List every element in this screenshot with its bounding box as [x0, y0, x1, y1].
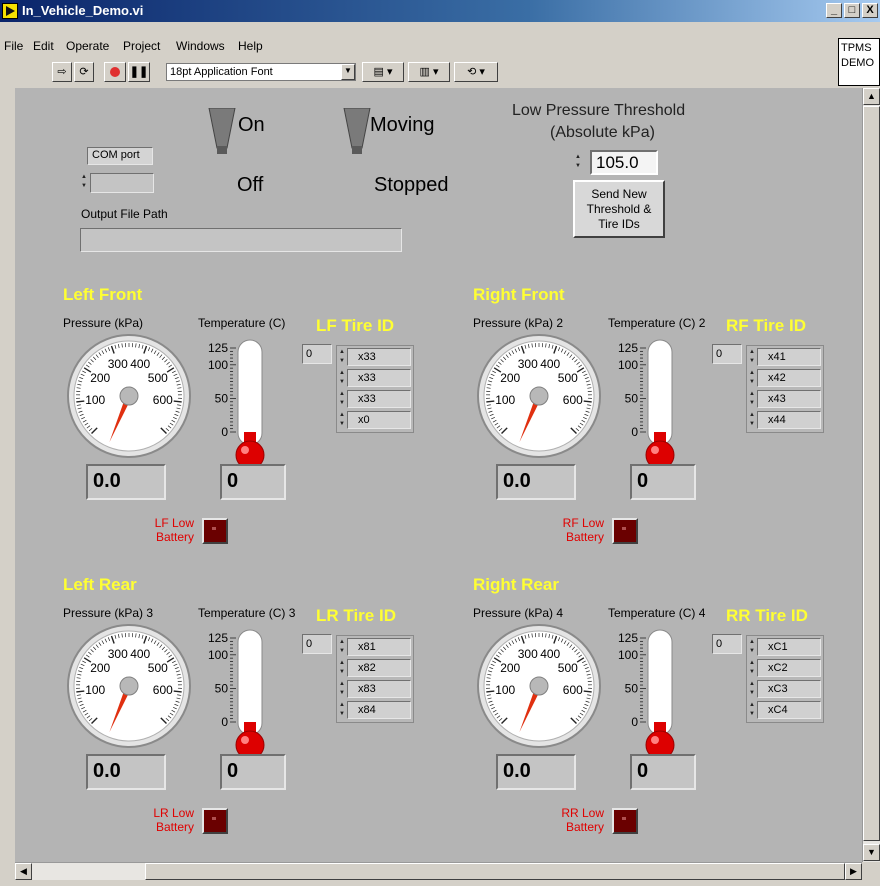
pressure-label: Pressure (kPa) 3 [63, 606, 154, 620]
gauge-tick-label: 600 [153, 683, 173, 697]
low-battery-label: LR Low Battery [140, 806, 194, 834]
low-battery-label-line-2: Battery [155, 820, 194, 834]
tire-id-title: RR Tire ID [726, 606, 808, 625]
temperature-thermometer: 125 100 50 0 [618, 629, 675, 760]
scroll-up-icon[interactable]: ▲ [863, 88, 880, 105]
low-battery-label-line-1: RR Low [561, 806, 604, 820]
thermometer-tick-label: 0 [221, 715, 228, 729]
tire-cluster: Left Rear Pressure (kPa) 3 Temperature (C)… [0, 290, 440, 834]
low-battery-label-line-1: LR Low [153, 806, 194, 820]
tire-id-field[interactable]: x82 [347, 659, 411, 677]
temperature-label: Temperature (C) 4 [608, 606, 706, 620]
gauge-tick-label: 600 [563, 683, 583, 697]
low-battery-label-line-2: Battery [565, 820, 604, 834]
low-battery-led [202, 808, 228, 834]
tire-id-array: ▲ ▼ xC1 ▲ ▼ xC2 ▲ ▼ xC3 ▲ ▼ xC4 [746, 635, 824, 723]
thermometer-tick-label: 0 [631, 715, 638, 729]
application-window: In_Vehicle_Demo.vi _ □ X File Edit Opera… [0, 0, 880, 886]
tire-id-array: ▲ ▼ x81 ▲ ▼ x82 ▲ ▼ x83 ▲ ▼ x84 [336, 635, 414, 723]
tire-id-spinner-icon[interactable]: ▲ ▼ [748, 680, 756, 699]
tire-id-spinner-icon[interactable]: ▲ ▼ [748, 701, 756, 720]
gauge-tick-label: 100 [495, 683, 515, 697]
scroll-down-icon[interactable]: ▼ [863, 844, 880, 861]
pressure-gauge: 100 200300 400500 600 [477, 624, 601, 748]
pressure-label: Pressure (kPa) 4 [473, 606, 564, 620]
thermometer-tick-label: 125 [618, 631, 638, 645]
tire-id-title: LR Tire ID [316, 606, 396, 625]
tire-cluster: Left Front Pressure (kPa) Temperature (C) L… [0, 0, 440, 544]
temperature-label: Temperature (C) 3 [198, 606, 296, 620]
tire-title: Right Rear [473, 575, 559, 594]
tire-cluster: Right Front Pressure (kPa) 2 Temperature (… [410, 0, 850, 544]
thermometer-tick-label: 50 [215, 681, 229, 695]
pressure-value: 0.0 [496, 754, 576, 790]
gauge-tick-label: 500 [148, 661, 168, 675]
thermometer-tick-label: 125 [208, 631, 228, 645]
scroll-right-icon[interactable]: ▶ [845, 863, 862, 880]
gauge-tick-label: 200 [500, 661, 520, 675]
index-spinner-icon[interactable] [704, 635, 712, 654]
low-battery-led [612, 808, 638, 834]
scroll-left-icon[interactable]: ◀ [15, 863, 32, 880]
temperature-value: 0 [220, 754, 286, 790]
low-battery-label: RR Low Battery [550, 806, 604, 834]
tire-id-spinner-icon[interactable]: ▲ ▼ [748, 638, 756, 657]
thermometer-tick-label: 50 [625, 681, 639, 695]
pressure-gauge: 100 200300 400500 600 [67, 624, 191, 748]
array-index-input[interactable]: 0 [302, 634, 332, 654]
tire-id-field[interactable]: x84 [347, 701, 411, 719]
tire-id-spinner-icon[interactable]: ▲ ▼ [748, 659, 756, 678]
pressure-value: 0.0 [86, 754, 166, 790]
thermometer-tick-label: 100 [618, 648, 638, 662]
gauge-tick-label: 100 [85, 683, 105, 697]
tire-id-field[interactable]: xC3 [757, 680, 821, 698]
vertical-scroll-thumb[interactable] [863, 106, 880, 841]
array-index-input[interactable]: 0 [712, 634, 742, 654]
tire-id-spinner-icon[interactable]: ▲ ▼ [338, 659, 346, 678]
tire-id-field[interactable]: xC1 [757, 638, 821, 656]
tire-title: Left Rear [63, 575, 137, 594]
tire-id-field[interactable]: xC4 [757, 701, 821, 719]
tire-id-field[interactable]: x81 [347, 638, 411, 656]
tire-id-spinner-icon[interactable]: ▲ ▼ [338, 680, 346, 699]
gauge-tick-label: 200 [90, 661, 110, 675]
tire-id-field[interactable]: xC2 [757, 659, 821, 677]
temperature-value: 0 [630, 754, 696, 790]
tire-id-spinner-icon[interactable]: ▲ ▼ [338, 701, 346, 720]
close-button[interactable]: X [862, 3, 878, 18]
vertical-scrollbar[interactable]: ▲ ▼ [862, 88, 880, 862]
tire-cluster: Right Rear Pressure (kPa) 4 Temperature (C… [410, 290, 850, 834]
thermometer-tick-label: 100 [208, 648, 228, 662]
gauge-tick-label: 400 [540, 647, 560, 661]
gauge-tick-label: 500 [558, 661, 578, 675]
tire-id-spinner-icon[interactable]: ▲ ▼ [338, 638, 346, 657]
gauge-tick-label: 300 [108, 647, 128, 661]
gauge-tick-label: 400 [130, 647, 150, 661]
gauge-tick-label: 300 [518, 647, 538, 661]
index-spinner-icon[interactable] [294, 635, 302, 654]
temperature-thermometer: 125 100 50 0 [208, 629, 265, 760]
horizontal-scroll-thumb[interactable] [145, 863, 845, 880]
tire-id-field[interactable]: x83 [347, 680, 411, 698]
horizontal-scrollbar[interactable]: ◀ ▶ [15, 862, 862, 880]
